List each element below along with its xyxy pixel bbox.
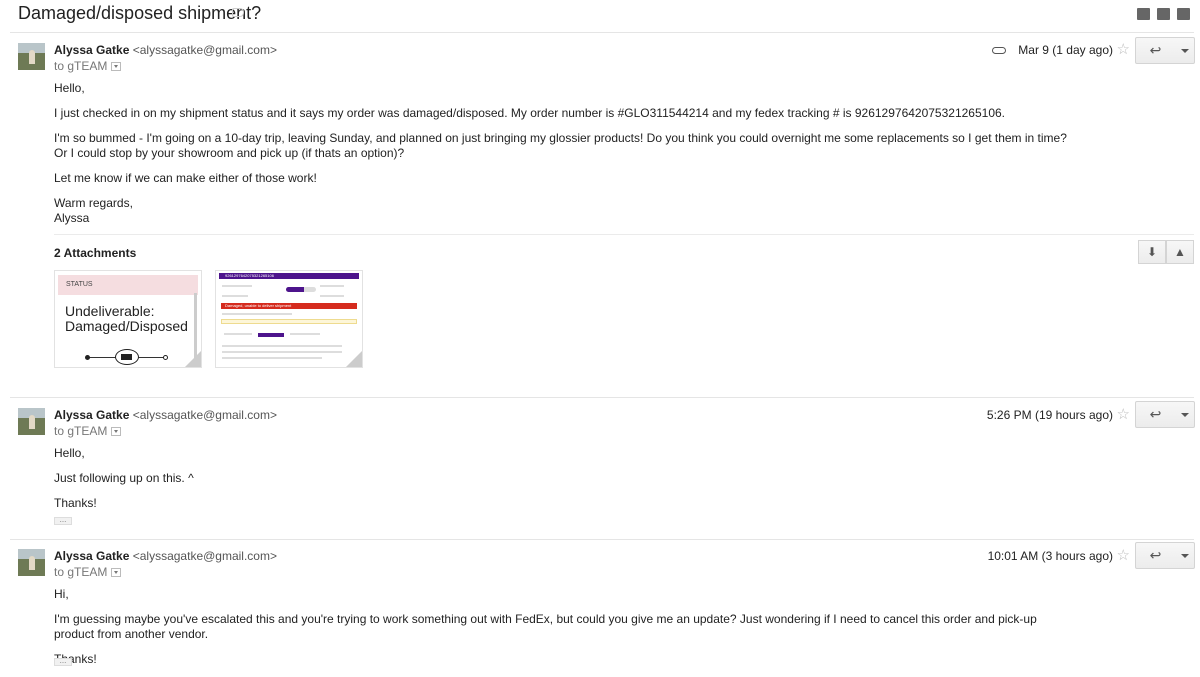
- text-line: [222, 295, 248, 297]
- sender[interactable]: Alyssa Gatke <alyssagatke@gmail.com>: [54, 43, 277, 57]
- attachment-thumbnail[interactable]: 9261297642075321265106 Damaged, unable t…: [215, 270, 363, 368]
- message-date: 5:26 PM (19 hours ago): [987, 408, 1113, 422]
- save-to-drive-button[interactable]: ▲: [1166, 240, 1194, 264]
- status-line: Damaged/Disposed: [65, 318, 188, 334]
- sender-email: <alyssagatke@gmail.com>: [132, 549, 277, 563]
- page-fold: [185, 351, 201, 367]
- truck-icon: [115, 349, 139, 365]
- sender[interactable]: Alyssa Gatke <alyssagatke@gmail.com>: [54, 549, 277, 563]
- body-line: Thanks!: [54, 496, 97, 510]
- print-icon[interactable]: [1157, 8, 1170, 20]
- text-line: [290, 333, 320, 335]
- details-dropdown-icon[interactable]: [111, 426, 122, 436]
- text-line: [222, 357, 322, 359]
- body-line: Warm regards,: [54, 196, 133, 210]
- new-window-icon[interactable]: [1177, 8, 1190, 20]
- label-icon[interactable]: [232, 8, 244, 17]
- star-icon[interactable]: ☆: [1117, 40, 1130, 58]
- progress-dot: [163, 355, 168, 360]
- body-line: Hello,: [54, 446, 85, 460]
- sender[interactable]: Alyssa Gatke <alyssagatke@gmail.com>: [54, 408, 277, 422]
- message-body: Hello, I just checked in on my shipment …: [54, 81, 1080, 226]
- sender-name: Alyssa Gatke: [54, 408, 130, 422]
- reply-button[interactable]: ↩: [1135, 37, 1176, 64]
- recipient-line: to gTEAM: [54, 565, 122, 579]
- date-text: Mar 9 (1 day ago): [1018, 43, 1113, 57]
- message-body: Hello, Just following up on this. ^ Than…: [54, 446, 1080, 521]
- status-header: STATUS: [58, 275, 198, 295]
- text-line: [222, 345, 342, 347]
- action-button: [258, 333, 284, 337]
- show-trimmed-content-button[interactable]: ...: [54, 657, 72, 666]
- reply-button[interactable]: ↩: [1135, 542, 1176, 569]
- text-line: [224, 333, 252, 335]
- date-text: 5:26 PM (19 hours ago): [986, 408, 1113, 422]
- avatar[interactable]: [18, 549, 45, 576]
- status-text: Undeliverable: Damaged/Disposed: [65, 304, 188, 334]
- progress-pill: [286, 287, 316, 292]
- recipient: to gTEAM: [54, 424, 108, 438]
- download-all-button[interactable]: ⬇: [1138, 240, 1166, 264]
- page-fold: [346, 351, 362, 367]
- avatar[interactable]: [18, 408, 45, 435]
- sender-name: Alyssa Gatke: [54, 43, 130, 57]
- message-date: Mar 9 (1 day ago): [992, 43, 1113, 57]
- body-line: Hi,: [54, 587, 69, 601]
- more-actions-button[interactable]: [1175, 401, 1195, 428]
- text-line: [222, 285, 252, 287]
- text-line: [222, 313, 292, 315]
- more-actions-button[interactable]: [1175, 542, 1195, 569]
- recipient: to gTEAM: [54, 59, 108, 73]
- body-line: Just following up on this. ^: [54, 471, 194, 485]
- divider: [54, 234, 1194, 235]
- show-trimmed-content-button[interactable]: ...: [54, 516, 72, 525]
- details-dropdown-icon[interactable]: [111, 567, 122, 577]
- message-body: Hi, I'm guessing maybe you've escalated …: [54, 587, 1080, 677]
- text-line: [222, 351, 342, 353]
- recipient-line: to gTEAM: [54, 424, 122, 438]
- recipient-line: to gTEAM: [54, 59, 122, 73]
- reply-icon: ↩: [1149, 42, 1162, 58]
- star-icon[interactable]: ☆: [1117, 546, 1130, 564]
- notice-bar: [221, 319, 357, 324]
- body-line: I just checked in on my shipment status …: [54, 106, 1006, 120]
- attachment-thumbnail[interactable]: STATUS Undeliverable: Damaged/Disposed: [54, 270, 202, 368]
- star-icon[interactable]: ☆: [1117, 405, 1130, 423]
- paperclip-icon: [992, 46, 1007, 54]
- reply-icon: ↩: [1149, 547, 1162, 563]
- thread-actions: [1137, 8, 1190, 20]
- text-line: [320, 285, 344, 287]
- divider: [10, 397, 1194, 398]
- attachments-title: 2 Attachments: [54, 246, 137, 260]
- sender-email: <alyssagatke@gmail.com>: [132, 408, 277, 422]
- alert-bar: Damaged, unable to deliver shipment: [221, 303, 357, 309]
- sender-name: Alyssa Gatke: [54, 549, 130, 563]
- status-line: Undeliverable:: [65, 303, 155, 319]
- body-line: Hello,: [54, 81, 85, 95]
- body-line: I'm so bummed - I'm going on a 10-day tr…: [54, 131, 1067, 160]
- tracking-bar: 9261297642075321265106: [219, 273, 359, 279]
- body-line: I'm guessing maybe you've escalated this…: [54, 612, 1037, 641]
- more-actions-button[interactable]: [1175, 37, 1195, 64]
- reply-button[interactable]: ↩: [1135, 401, 1176, 428]
- body-line: Alyssa: [54, 211, 90, 225]
- text-line: [320, 295, 344, 297]
- reply-icon: ↩: [1149, 406, 1162, 422]
- body-line: Thanks!: [54, 652, 97, 666]
- download-icon: ⬇: [1146, 245, 1158, 259]
- body-line: Let me know if we can make either of tho…: [54, 171, 317, 185]
- date-text: 10:01 AM (3 hours ago): [987, 549, 1113, 563]
- sender-email: <alyssagatke@gmail.com>: [132, 43, 277, 57]
- message-date: 10:01 AM (3 hours ago): [988, 549, 1113, 563]
- progress-dot: [85, 355, 90, 360]
- archive-icon[interactable]: [1137, 8, 1150, 20]
- drive-icon: ▲: [1174, 245, 1186, 259]
- subject-title: Damaged/disposed shipment?: [18, 3, 262, 23]
- divider: [10, 539, 1194, 540]
- divider: [10, 32, 1194, 33]
- details-dropdown-icon[interactable]: [111, 61, 122, 71]
- avatar[interactable]: [18, 43, 45, 70]
- recipient: to gTEAM: [54, 565, 108, 579]
